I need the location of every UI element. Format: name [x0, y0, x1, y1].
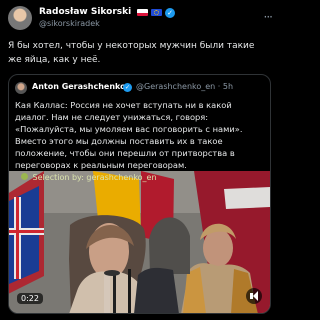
x-post: Radosław Sikorski ✓ @sikorskiradek ··· Я… — [0, 0, 280, 320]
quoted-verified-badge-icon: ✓ — [123, 83, 132, 92]
author-handle[interactable]: @sikorskiradek — [39, 19, 100, 28]
video-player[interactable]: Selection by: gerashchenko_en 0:22 — [9, 171, 270, 313]
video-caption: Selection by: gerashchenko_en — [21, 173, 157, 182]
post-header: Radosław Sikorski ✓ @sikorskiradek ··· — [8, 6, 274, 30]
quoted-post-header: Anton Gerashchenko ✓ @Gerashchenko_en · … — [15, 82, 265, 94]
caption-logo-icon — [21, 173, 28, 180]
quoted-post-text: Кая Каллас: Россия не хочет вступать ни … — [15, 100, 243, 170]
quoted-author-avatar[interactable] — [15, 82, 27, 94]
quoted-author-handle-time[interactable]: @Gerashchenko_en · 5h — [136, 82, 233, 91]
author-avatar[interactable] — [8, 6, 32, 30]
video-frame — [9, 171, 270, 313]
poland-flag-icon — [137, 9, 148, 16]
more-horizontal-icon[interactable]: ··· — [264, 10, 274, 24]
video-caption-text: Selection by: gerashchenko_en — [32, 173, 157, 182]
quoted-post[interactable]: Anton Gerashchenko ✓ @Gerashchenko_en · … — [8, 74, 271, 314]
quoted-author-name[interactable]: Anton Gerashchenko — [32, 82, 126, 91]
eu-flag-icon — [151, 9, 162, 16]
video-duration: 0:22 — [17, 293, 43, 304]
verified-badge-icon: ✓ — [165, 8, 175, 18]
author-name[interactable]: Radosław Sikorski — [39, 7, 131, 17]
post-text: Я бы хотел, чтобы у некоторых мужчин был… — [8, 41, 255, 65]
volume-mute-icon[interactable] — [246, 288, 262, 304]
